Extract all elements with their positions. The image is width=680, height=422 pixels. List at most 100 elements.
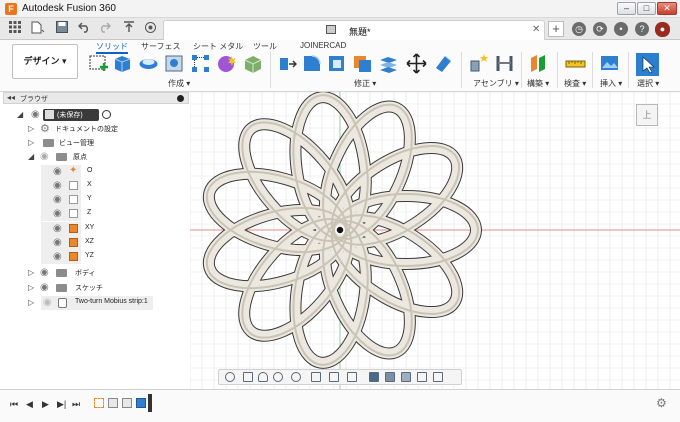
tree-item-origin[interactable]: ◢ ◉ 原点	[3, 150, 189, 164]
mobius-strip-model[interactable]	[190, 92, 680, 389]
expand-arrow-icon[interactable]: ▷	[28, 268, 34, 277]
expand-arrow-icon[interactable]: ▷	[28, 283, 34, 292]
gear-icon[interactable]: ⚙	[656, 396, 667, 410]
go-to-start-icon[interactable]: ⏮	[10, 399, 18, 410]
box-icon[interactable]	[112, 53, 133, 74]
eye-icon[interactable]: ◉	[53, 208, 62, 219]
wireframe-icon[interactable]	[417, 372, 427, 382]
select-icon[interactable]	[636, 53, 659, 76]
home-icon[interactable]	[122, 21, 136, 37]
shaded-edges-icon[interactable]	[385, 372, 395, 382]
joint-icon[interactable]	[143, 21, 157, 37]
close-tab-icon[interactable]: ✕	[532, 24, 540, 35]
job-status-icon[interactable]: ◷	[572, 22, 586, 36]
bell-icon[interactable]: •	[614, 22, 628, 36]
tree-item-x-axis[interactable]: ◉	[41, 179, 81, 193]
select-group-label[interactable]: 選択 ▾	[637, 78, 659, 89]
file-icon[interactable]	[30, 21, 46, 37]
insert-derive-icon[interactable]	[242, 53, 263, 74]
eye-icon[interactable]: ◉	[40, 282, 49, 293]
pattern-icon[interactable]	[190, 53, 211, 74]
joint-tool-icon[interactable]	[494, 53, 515, 74]
play-icon[interactable]: ▶	[42, 399, 49, 410]
construct-group-label[interactable]: 構築 ▾	[527, 78, 549, 89]
visible-edges-icon[interactable]	[433, 372, 443, 382]
hidden-edges-icon[interactable]	[401, 372, 411, 382]
eye-icon[interactable]: ◉	[53, 223, 62, 234]
assemble-group-label[interactable]: アセンブリ ▾	[473, 78, 519, 89]
display-settings-icon[interactable]	[311, 372, 321, 382]
viewports-icon[interactable]	[347, 372, 357, 382]
3d-viewport[interactable]: 上	[190, 92, 680, 389]
collapse-browser-icon[interactable]: ◂◂	[7, 93, 15, 102]
undo-icon[interactable]	[77, 21, 91, 37]
grid-settings-icon[interactable]	[329, 372, 339, 382]
tree-item-document-settings[interactable]: ▷ ⚙ ドキュメントの設定	[3, 122, 189, 136]
eye-icon[interactable]: ◉	[31, 109, 40, 120]
appearance-icon[interactable]	[433, 53, 454, 74]
move-icon[interactable]	[406, 53, 427, 74]
tree-item-origin-point[interactable]: ◉ ✦	[41, 165, 81, 179]
tree-item-xy-plane[interactable]: ◉	[41, 222, 81, 236]
measure-icon[interactable]	[565, 53, 586, 74]
eye-icon[interactable]: ◉	[53, 237, 62, 248]
shaded-view-icon[interactable]	[369, 372, 379, 382]
inspect-group-label[interactable]: 検査 ▾	[564, 78, 586, 89]
go-to-end-icon[interactable]: ⏭	[72, 399, 80, 410]
modify-group-label[interactable]: 修正 ▾	[354, 78, 376, 89]
tree-item-mobius-component[interactable]: ▷ ◉ Two-turn Mobius strip:1	[3, 296, 189, 310]
redo-icon[interactable]	[97, 21, 111, 37]
step-back-icon[interactable]: ◀	[26, 399, 33, 410]
insert-image-icon[interactable]	[599, 53, 620, 74]
save-icon[interactable]	[55, 21, 69, 37]
tab-joinercad[interactable]: JOINERCAD	[300, 41, 346, 50]
offset-face-icon[interactable]	[378, 53, 399, 74]
viewcube[interactable]: 上	[636, 104, 658, 126]
press-pull-icon[interactable]	[276, 53, 297, 74]
workspace-selector[interactable]: デザイン ▾	[12, 44, 78, 79]
tree-item-z-axis[interactable]: ◉	[41, 207, 81, 221]
expand-arrow-icon[interactable]: ◢	[17, 110, 23, 119]
new-component-icon[interactable]	[468, 53, 489, 74]
clock-icon[interactable]: ⟳	[593, 22, 607, 36]
pan-icon[interactable]	[258, 372, 268, 382]
expand-arrow-icon[interactable]: ▷	[28, 124, 34, 133]
expand-arrow-icon[interactable]: ▷	[28, 298, 34, 307]
timeline-marker[interactable]	[148, 394, 152, 412]
close-button[interactable]: ✕	[657, 2, 677, 15]
tree-item-yz-plane[interactable]: ◉	[41, 250, 81, 264]
eye-icon[interactable]: ◉	[53, 166, 62, 177]
tree-item-bodies[interactable]: ▷ ◉ ボディ	[3, 266, 189, 280]
extrude-feature-icon[interactable]	[136, 398, 146, 408]
help-icon[interactable]: ?	[635, 22, 649, 36]
step-forward-icon[interactable]: ▶|	[57, 399, 66, 410]
insert-group-label[interactable]: 挿入 ▾	[600, 78, 622, 89]
avatar[interactable]: ●	[655, 22, 670, 37]
activate-radio-icon[interactable]	[102, 110, 111, 119]
fillet-icon[interactable]	[301, 53, 322, 74]
expand-arrow-icon[interactable]: ◢	[28, 152, 34, 161]
eye-icon[interactable]: ◉	[53, 194, 62, 205]
tab-tools[interactable]: ツール	[253, 41, 277, 52]
fit-icon[interactable]	[291, 372, 301, 382]
look-at-icon[interactable]	[243, 372, 253, 382]
eye-icon[interactable]: ◉	[53, 180, 62, 191]
tree-item-sketches[interactable]: ▷ ◉ スケッチ	[3, 281, 189, 295]
combine-icon[interactable]	[352, 53, 373, 74]
create-group-label[interactable]: 作成 ▾	[168, 78, 190, 89]
tree-item-y-axis[interactable]: ◉	[41, 193, 81, 207]
maximize-button[interactable]: □	[637, 2, 656, 15]
eye-icon[interactable]: ◉	[53, 251, 62, 262]
browser-pin-icon[interactable]	[177, 95, 184, 102]
body-feature-icon[interactable]	[122, 398, 132, 408]
create-sketch-icon[interactable]	[88, 53, 109, 74]
shell-icon[interactable]	[326, 53, 347, 74]
hole-icon[interactable]	[164, 53, 185, 74]
new-tab-button[interactable]: +	[548, 21, 564, 37]
expand-arrow-icon[interactable]: ▷	[28, 138, 34, 147]
minimize-button[interactable]: –	[617, 2, 636, 15]
zoom-icon[interactable]	[273, 372, 283, 382]
tree-item-named-views[interactable]: ▷ ビュー管理	[3, 136, 189, 150]
tab-sheet-metal[interactable]: シート メタル	[193, 41, 243, 52]
eye-off-icon[interactable]: ◉	[40, 151, 49, 162]
